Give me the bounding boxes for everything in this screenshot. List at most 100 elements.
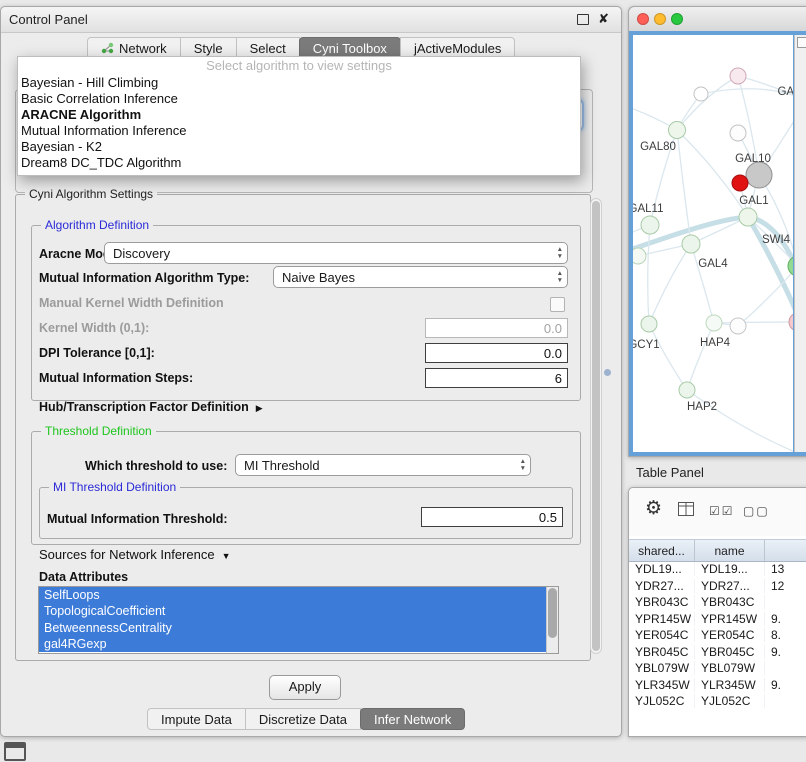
- table-row[interactable]: YBL079WYBL079W: [629, 660, 806, 677]
- algorithm-option[interactable]: Bayesian - Hill Climbing: [18, 75, 580, 91]
- close-traffic-light-icon[interactable]: [637, 13, 649, 25]
- select-all-icon[interactable]: ☑☑: [709, 504, 735, 518]
- close-icon[interactable]: ✘: [598, 11, 609, 27]
- network-scrollbar[interactable]: [794, 35, 806, 452]
- algorithm-option[interactable]: Bayesian - K2: [18, 139, 580, 155]
- table-row[interactable]: YLR345WYLR345W9.: [629, 677, 806, 694]
- apply-button[interactable]: Apply: [269, 675, 341, 700]
- data-attribute-item[interactable]: BetweennessCentrality: [39, 620, 558, 636]
- minimize-traffic-light-icon[interactable]: [654, 13, 666, 25]
- network-node-gcy1[interactable]: [641, 316, 657, 332]
- node-label: GAL11: [633, 203, 663, 215]
- tab-label: Select: [250, 41, 286, 56]
- mi-steps-field[interactable]: [425, 368, 568, 388]
- table-header-row: shared...name: [629, 539, 806, 562]
- table-row[interactable]: YDR27...YDR27...12: [629, 578, 806, 595]
- network-node-swi4[interactable]: [788, 256, 793, 276]
- network-edge[interactable]: [691, 244, 714, 323]
- kernel-width-field[interactable]: [425, 318, 568, 338]
- network-canvas[interactable]: GAL80GALGAL10GAL1GAL11SWI4GAL4GCY1HAP4HA…: [633, 35, 793, 452]
- which-threshold-value: MI Threshold: [244, 458, 320, 473]
- gear-icon[interactable]: ⚙: [645, 497, 662, 520]
- table-row[interactable]: YER054CYER054C8.: [629, 627, 806, 644]
- list-scrollbar[interactable]: [546, 587, 558, 653]
- tab-impute-data[interactable]: Impute Data: [147, 708, 246, 730]
- tab-infer-network[interactable]: Infer Network: [360, 708, 465, 730]
- node-label: GAL10: [735, 153, 771, 165]
- algorithm-option[interactable]: Basic Correlation Inference: [18, 91, 580, 107]
- data-attribute-item[interactable]: SelfLoops: [39, 587, 558, 603]
- network-edge[interactable]: [677, 130, 748, 217]
- table-row[interactable]: YBR043CYBR043C: [629, 594, 806, 611]
- tab-label: Cyni Toolbox: [313, 41, 387, 56]
- network-node[interactable]: [732, 175, 748, 191]
- table-cell: YJL052C: [695, 694, 765, 708]
- algorithm-popup-placeholder: Select algorithm to view settings: [18, 57, 580, 75]
- table-row[interactable]: YBR045CYBR045C9.: [629, 644, 806, 661]
- network-edge[interactable]: [687, 323, 714, 390]
- column-header[interactable]: [765, 540, 806, 561]
- hub-section-toggle[interactable]: Hub/Transcription Factor Definition▶: [39, 399, 263, 416]
- table-row[interactable]: YDL19...YDL19...13: [629, 561, 806, 578]
- network-edge[interactable]: [648, 225, 650, 324]
- network-node[interactable]: [633, 248, 646, 264]
- network-edge[interactable]: [677, 130, 691, 244]
- manual-kernel-width-checkbox[interactable]: [550, 297, 565, 312]
- dpi-tolerance-field[interactable]: [425, 343, 568, 363]
- network-node-gal11[interactable]: [641, 216, 659, 234]
- network-node[interactable]: [789, 313, 793, 331]
- mi-steps-label: Mutual Information Steps:: [39, 370, 193, 386]
- network-node-gal4[interactable]: [682, 235, 700, 253]
- table-cell: YER054C: [695, 628, 765, 642]
- node-label: GCY1: [633, 339, 660, 351]
- mi-threshold-field[interactable]: [421, 507, 563, 527]
- float-window-icon[interactable]: [577, 14, 589, 25]
- network-node[interactable]: [730, 125, 746, 141]
- combo-arrows-icon: ▲▼: [520, 458, 526, 472]
- network-node[interactable]: [730, 318, 746, 334]
- dpi-tolerance-label: DPI Tolerance [0,1]:: [39, 345, 155, 361]
- minimized-panel-icon[interactable]: [4, 742, 26, 761]
- control-panel-titlebar: Control Panel ✘: [1, 7, 621, 33]
- network-edge[interactable]: [687, 390, 793, 452]
- mi-algorithm-type-combobox[interactable]: Naive Bayes ▲▼: [273, 266, 568, 288]
- network-node[interactable]: [694, 87, 708, 101]
- column-chooser-icon[interactable]: [678, 502, 694, 521]
- scrollbar-thumb[interactable]: [592, 201, 600, 651]
- table-row[interactable]: YJL052CYJL052C: [629, 693, 806, 710]
- aracne-mode-combobox[interactable]: Discovery ▲▼: [104, 242, 568, 264]
- which-threshold-combobox[interactable]: MI Threshold ▲▼: [235, 454, 531, 476]
- column-header[interactable]: shared...: [629, 540, 695, 561]
- scrollbar-thumb[interactable]: [548, 588, 557, 638]
- panel-splitter-handle[interactable]: [604, 369, 611, 376]
- algorithm-option[interactable]: Mutual Information Inference: [18, 123, 580, 139]
- network-edge[interactable]: [677, 76, 738, 130]
- algorithm-option[interactable]: ARACNE Algorithm: [18, 107, 580, 123]
- network-edge[interactable]: [714, 322, 793, 323]
- data-attribute-item[interactable]: TopologicalCoefficient: [39, 603, 558, 619]
- table-panel-title: Table Panel: [636, 465, 704, 480]
- zoom-traffic-light-icon[interactable]: [671, 13, 683, 25]
- network-edge[interactable]: [738, 266, 793, 326]
- table-cell: YDL19...: [629, 562, 695, 576]
- deselect-all-icon[interactable]: ▢▢: [743, 504, 770, 518]
- network-node-hap4[interactable]: [706, 315, 722, 331]
- network-node-gal10[interactable]: [746, 162, 772, 188]
- table-cell: YBR043C: [695, 595, 765, 609]
- network-edge[interactable]: [649, 324, 687, 390]
- network-node-gal1[interactable]: [739, 208, 757, 226]
- algorithm-option[interactable]: Dream8 DC_TDC Algorithm: [18, 155, 580, 171]
- column-header[interactable]: name: [695, 540, 765, 561]
- network-node-gal80[interactable]: [669, 122, 686, 139]
- settings-scrollbar[interactable]: [590, 198, 602, 654]
- network-node-hap2[interactable]: [679, 382, 695, 398]
- sources-section-toggle[interactable]: Sources for Network Inference▼: [39, 547, 231, 564]
- network-window-titlebar: [629, 7, 806, 32]
- table-row[interactable]: YPR145WYPR145W9.: [629, 611, 806, 628]
- network-node[interactable]: [730, 68, 746, 84]
- network-edge[interactable]: [649, 244, 691, 324]
- data-attribute-item[interactable]: gal4RGexp: [39, 636, 558, 652]
- network-view-window: GAL80GALGAL10GAL1GAL11SWI4GAL4GCY1HAP4HA…: [628, 6, 806, 457]
- tab-discretize-data[interactable]: Discretize Data: [245, 708, 361, 730]
- scrollbar-button-icon[interactable]: [797, 37, 806, 48]
